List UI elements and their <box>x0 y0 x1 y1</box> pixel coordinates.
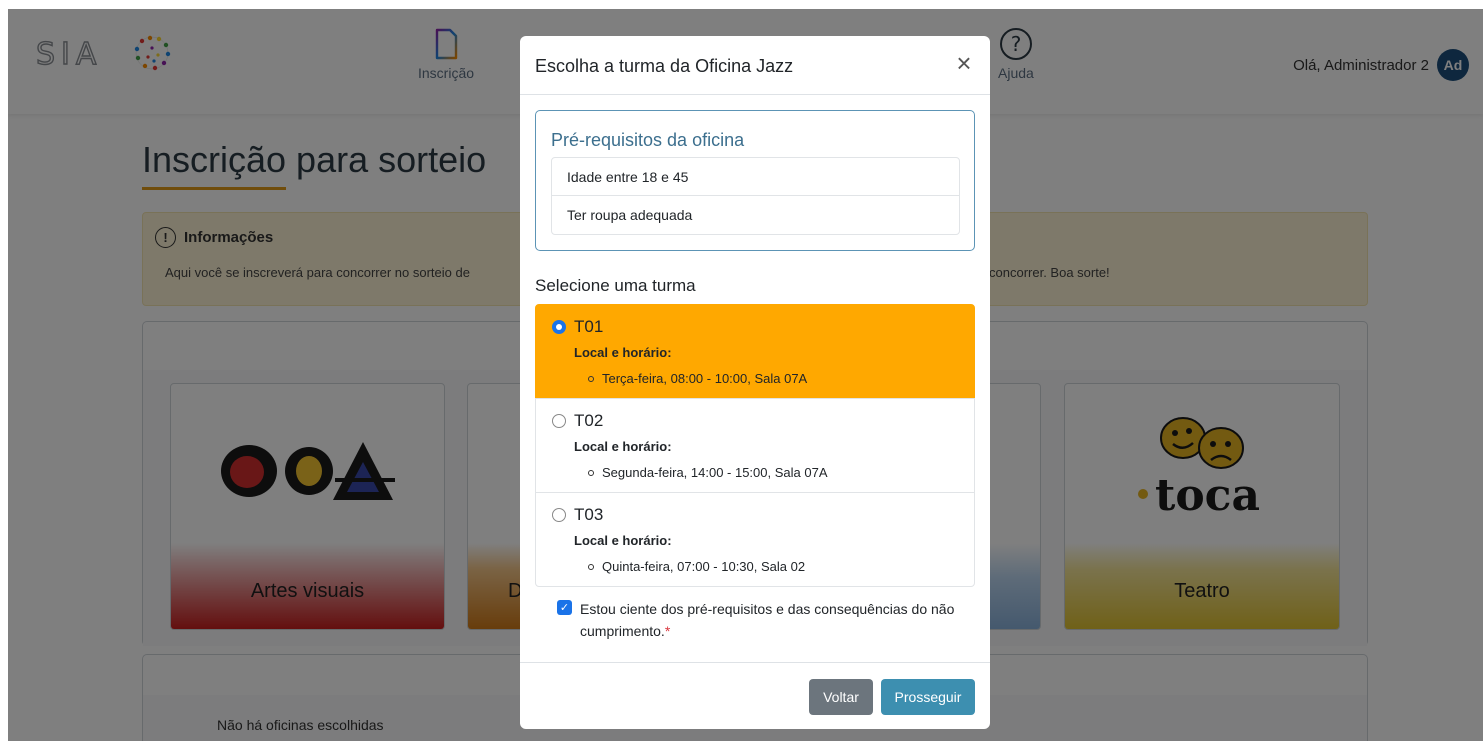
radio-t03[interactable] <box>552 508 566 522</box>
prerequisites-card: Pré-requisitos da oficina Idade entre 18… <box>535 110 975 251</box>
bullet-icon <box>588 469 594 476</box>
radio-t01[interactable] <box>552 320 566 334</box>
prerequisites-title: Pré-requisitos da oficina <box>551 130 745 150</box>
turma-option-t02[interactable]: T02 Local e horário: Segunda-feira, 14:0… <box>535 398 975 493</box>
turma-schedule-text: Quinta-feira, 07:00 - 10:30, Sala 02 <box>602 559 806 574</box>
acknowledgement: ✓ Estou ciente dos pré-requisitos e das … <box>557 598 967 642</box>
modal-footer: Voltar Prosseguir <box>520 662 990 729</box>
prerequisites-list: Idade entre 18 e 45 Ter roupa adequada <box>551 157 960 235</box>
turma-location-label: Local e horário: <box>574 345 672 360</box>
acknowledgement-text: Estou ciente dos pré-requisitos e das co… <box>580 601 955 639</box>
prerequisite-item: Ter roupa adequada <box>567 207 693 223</box>
left-edge <box>0 0 8 741</box>
turma-schedule-text: Terça-feira, 08:00 - 10:00, Sala 07A <box>602 371 808 386</box>
select-turma-label: Selecione uma turma <box>535 276 696 295</box>
turma-modal: Escolha a turma da Oficina Jazz × Pré-re… <box>520 36 990 729</box>
turma-location-label: Local e horário: <box>574 439 672 454</box>
turma-schedule: Quinta-feira, 07:00 - 10:30, Sala 02 <box>588 559 805 574</box>
back-button[interactable]: Voltar <box>809 679 873 715</box>
turma-schedule-text: Segunda-feira, 14:00 - 15:00, Sala 07A <box>602 465 828 480</box>
required-mark: * <box>664 623 671 639</box>
turma-location-label: Local e horário: <box>574 533 672 548</box>
turma-option-t03[interactable]: T03 Local e horário: Quinta-feira, 07:00… <box>535 492 975 587</box>
turma-name: T01 <box>574 317 604 336</box>
turma-name: T03 <box>574 505 604 524</box>
prerequisite-item: Idade entre 18 e 45 <box>552 158 959 196</box>
bullet-icon <box>588 563 594 570</box>
modal-header: Escolha a turma da Oficina Jazz × <box>520 36 990 95</box>
close-icon[interactable]: × <box>952 50 976 76</box>
proceed-button[interactable]: Prosseguir <box>881 679 975 715</box>
turma-schedule: Terça-feira, 08:00 - 10:00, Sala 07A <box>588 371 807 386</box>
bullet-icon <box>588 375 594 382</box>
modal-title: Escolha a turma da Oficina Jazz <box>535 56 794 76</box>
acknowledgement-label: Estou ciente dos pré-requisitos e das co… <box>580 598 967 642</box>
turma-option-t01[interactable]: T01 Local e horário: Terça-feira, 08:00 … <box>535 304 975 399</box>
radio-t02[interactable] <box>552 414 566 428</box>
acknowledgement-checkbox[interactable]: ✓ <box>557 600 572 615</box>
top-edge <box>0 0 1483 9</box>
turma-schedule: Segunda-feira, 14:00 - 15:00, Sala 07A <box>588 465 828 480</box>
turma-name: T02 <box>574 411 604 430</box>
